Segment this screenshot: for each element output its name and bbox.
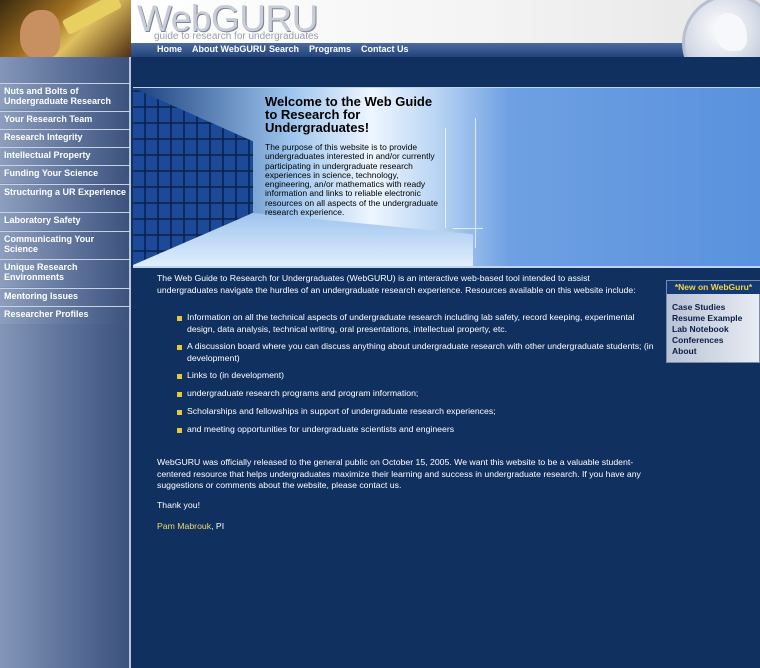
new-link-lab-notebook[interactable]: Lab Notebook bbox=[672, 324, 729, 334]
header-photo bbox=[0, 0, 131, 57]
new-link-conferences[interactable]: Conferences bbox=[672, 335, 724, 345]
bullet-icon bbox=[177, 428, 182, 433]
sidebar-item-intellectual-property[interactable]: Intellectual Property bbox=[0, 147, 131, 165]
author-signature: Pam Mabrouk, PI bbox=[157, 521, 224, 531]
sidebar-item-research-integrity[interactable]: Research Integrity bbox=[0, 129, 131, 147]
bullet-icon bbox=[177, 345, 182, 350]
nav-contact[interactable]: Contact Us bbox=[361, 44, 409, 54]
new-box-title: *New on WebGuru* bbox=[667, 281, 760, 294]
new-link-case-studies[interactable]: Case Studies bbox=[672, 302, 725, 312]
researcher-face bbox=[20, 10, 60, 57]
new-link-about[interactable]: About bbox=[672, 346, 697, 356]
nav-home[interactable]: Home bbox=[157, 44, 182, 54]
nav-about[interactable]: About WebGURU bbox=[192, 44, 266, 54]
nav-programs[interactable]: Programs bbox=[309, 44, 351, 54]
bullet-icon bbox=[177, 392, 182, 397]
microscope-shape bbox=[61, 0, 123, 36]
sidebar-item-communicating[interactable]: Communicating Your Science bbox=[0, 231, 131, 259]
site-tagline: guide to research for undergraduates bbox=[154, 31, 319, 42]
sidebar-item-researcher-profiles[interactable]: Researcher Profiles bbox=[0, 306, 131, 324]
list-item: undergraduate research programs and prog… bbox=[187, 388, 419, 398]
list-item: Links to (in development) bbox=[187, 370, 285, 380]
hero-title: Welcome to the Web Guide to Research for… bbox=[265, 94, 433, 135]
sidebar-item-unique-environments[interactable]: Unique Research Environments bbox=[0, 259, 131, 287]
hero-text: The purpose of this website is to provid… bbox=[265, 142, 438, 218]
new-link-resume-example[interactable]: Resume Example bbox=[672, 313, 742, 323]
author-link[interactable]: Pam Mabrouk bbox=[157, 521, 211, 531]
divider-line bbox=[453, 228, 483, 229]
thanks-text: Thank you! bbox=[157, 500, 200, 510]
sidebar-item-nuts-and-bolts[interactable]: Nuts and Bolts of Undergraduate Research bbox=[0, 83, 131, 109]
sidebar-item-mentoring[interactable]: Mentoring Issues bbox=[0, 288, 131, 306]
sidebar-item-structuring[interactable]: Structuring a UR Experience bbox=[0, 184, 131, 212]
author-role: , PI bbox=[211, 521, 225, 531]
content-top-strip bbox=[133, 57, 760, 87]
sidebar-item-lab-safety[interactable]: Laboratory Safety bbox=[0, 212, 131, 230]
list-item: Scholarships and fellowships in support … bbox=[187, 406, 496, 416]
list-item: A discussion board where you can discuss… bbox=[187, 341, 654, 363]
intro-paragraph: The Web Guide to Research for Undergradu… bbox=[157, 273, 636, 295]
bullet-icon bbox=[177, 410, 182, 415]
list-item: and meeting opportunities for undergradu… bbox=[187, 424, 455, 434]
nav-search[interactable]: Search bbox=[269, 44, 299, 54]
divider-line bbox=[445, 128, 446, 228]
list-item: Information on all the technical aspects… bbox=[187, 312, 635, 334]
bullet-icon bbox=[177, 316, 182, 321]
hero-banner bbox=[133, 87, 760, 268]
release-paragraph: WebGURU was officially released to the g… bbox=[157, 457, 641, 490]
sidebar-item-research-team[interactable]: Your Research Team bbox=[0, 111, 131, 129]
bullet-icon bbox=[177, 374, 182, 379]
sidebar-item-funding[interactable]: Funding Your Science bbox=[0, 165, 131, 183]
